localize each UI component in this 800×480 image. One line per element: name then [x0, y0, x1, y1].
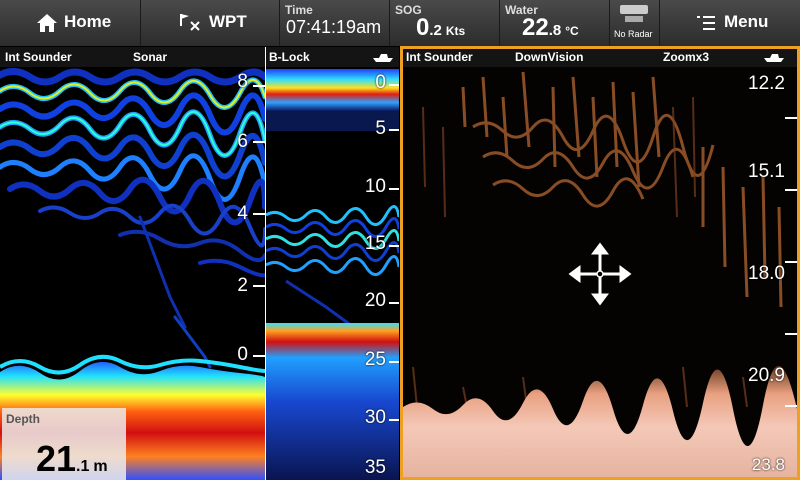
- pane-divider: [265, 47, 266, 480]
- waypoint-icon: [180, 14, 200, 31]
- sog-unit: Kts: [445, 24, 466, 38]
- downvision-source-label: Int Sounder: [406, 50, 473, 64]
- radar-icon: [620, 5, 648, 22]
- scale-tick: [389, 188, 399, 190]
- sog-int: 0: [416, 14, 430, 41]
- water-dec: .8: [548, 22, 562, 39]
- downvision-zoom-label: Zoomx3: [663, 50, 710, 64]
- scale-tick: [253, 285, 265, 287]
- scale-tick: [253, 141, 265, 143]
- menu-label: Menu: [724, 12, 769, 31]
- home-label: Home: [64, 12, 112, 31]
- time-databox: Time 07:41:19am: [280, 0, 390, 46]
- scale-tick: [785, 405, 797, 407]
- block-scale-label: 35: [364, 457, 386, 478]
- sonar-scale-label: 6: [237, 131, 248, 152]
- time-caption: Time: [285, 3, 313, 17]
- water-int: 22: [522, 14, 549, 41]
- scale-tick: [785, 117, 797, 119]
- depth-databox: Depth 21.1 m: [2, 408, 126, 480]
- block-title: B-Lock: [269, 50, 310, 64]
- sonar-mode-label: Sonar: [133, 50, 168, 64]
- sog-databox: SOG 0.2 Kts: [390, 0, 500, 46]
- downvision-view[interactable]: 12.2 15.1 18.0 20.9 23.8: [403, 67, 797, 477]
- home-icon: [37, 14, 57, 32]
- radar-status[interactable]: No Radar: [610, 0, 660, 46]
- top-bar: Home WPT Time 07:41:19am SOG 0.2 Kts Wate…: [0, 0, 800, 46]
- block-scale-label: 15: [364, 233, 386, 254]
- scale-tick: [785, 261, 797, 263]
- downvision-panel-header: Int Sounder DownVision Zoomx3: [400, 47, 800, 67]
- water-unit: °C: [565, 24, 579, 38]
- scale-tick: [389, 419, 399, 421]
- wpt-label: WPT: [209, 12, 247, 31]
- sonar-scale-label: 8: [237, 71, 248, 92]
- downvision-scale-label: 18.0: [748, 263, 785, 284]
- sonar-scale-label: 4: [237, 203, 248, 224]
- sonar-scale-label: 2: [237, 275, 248, 296]
- downvision-mode-label: DownVision: [515, 50, 584, 64]
- downvision-scale-label: 20.9: [748, 365, 785, 386]
- scale-tick: [389, 84, 399, 86]
- scale-tick: [253, 355, 265, 357]
- sonar-source-label: Int Sounder: [5, 50, 72, 64]
- depth-caption: Depth: [6, 412, 40, 426]
- depth-int: 21: [36, 438, 77, 479]
- block-scale-label: 10: [364, 176, 386, 197]
- scale-tick: [389, 129, 399, 131]
- scale-tick: [785, 333, 797, 335]
- home-button[interactable]: Home: [0, 0, 141, 46]
- time-value: 07:41:19am: [286, 17, 382, 37]
- scale-tick: [253, 85, 265, 87]
- depth-dec: .1: [76, 458, 90, 475]
- block-scale-label: 20: [364, 290, 386, 311]
- scale-tick: [253, 213, 265, 215]
- block-scale-label: 25: [364, 349, 386, 370]
- radar-label: No Radar: [614, 29, 653, 39]
- menu-button[interactable]: Menu: [660, 0, 800, 46]
- block-scale-label: 30: [364, 407, 386, 428]
- block-view[interactable]: 0 5 10 15 20 25 30 35: [266, 67, 399, 480]
- block-scale-label: 0: [375, 72, 386, 93]
- scale-tick: [389, 302, 399, 304]
- block-scale-label: 5: [375, 118, 386, 139]
- sog-dec: .2: [429, 22, 442, 39]
- boat-icon: [764, 54, 784, 62]
- downvision-scale-label: 23.8: [751, 455, 785, 474]
- sonar-panel-header: Int Sounder Sonar: [0, 47, 265, 67]
- sonar-scale-label: 0: [237, 344, 248, 365]
- block-panel-header: B-Lock: [266, 47, 399, 67]
- boat-icon: [373, 54, 393, 62]
- wpt-button[interactable]: WPT: [141, 0, 280, 46]
- scale-tick: [785, 189, 797, 191]
- downvision-scale-label: 12.2: [748, 73, 785, 94]
- scale-tick: [389, 245, 399, 247]
- depth-unit: m: [93, 458, 108, 475]
- water-temp-databox: Water 22.8 °C: [500, 0, 610, 46]
- scale-tick: [389, 361, 399, 363]
- downvision-scale-label: 15.1: [748, 161, 785, 182]
- menu-icon: [697, 16, 715, 30]
